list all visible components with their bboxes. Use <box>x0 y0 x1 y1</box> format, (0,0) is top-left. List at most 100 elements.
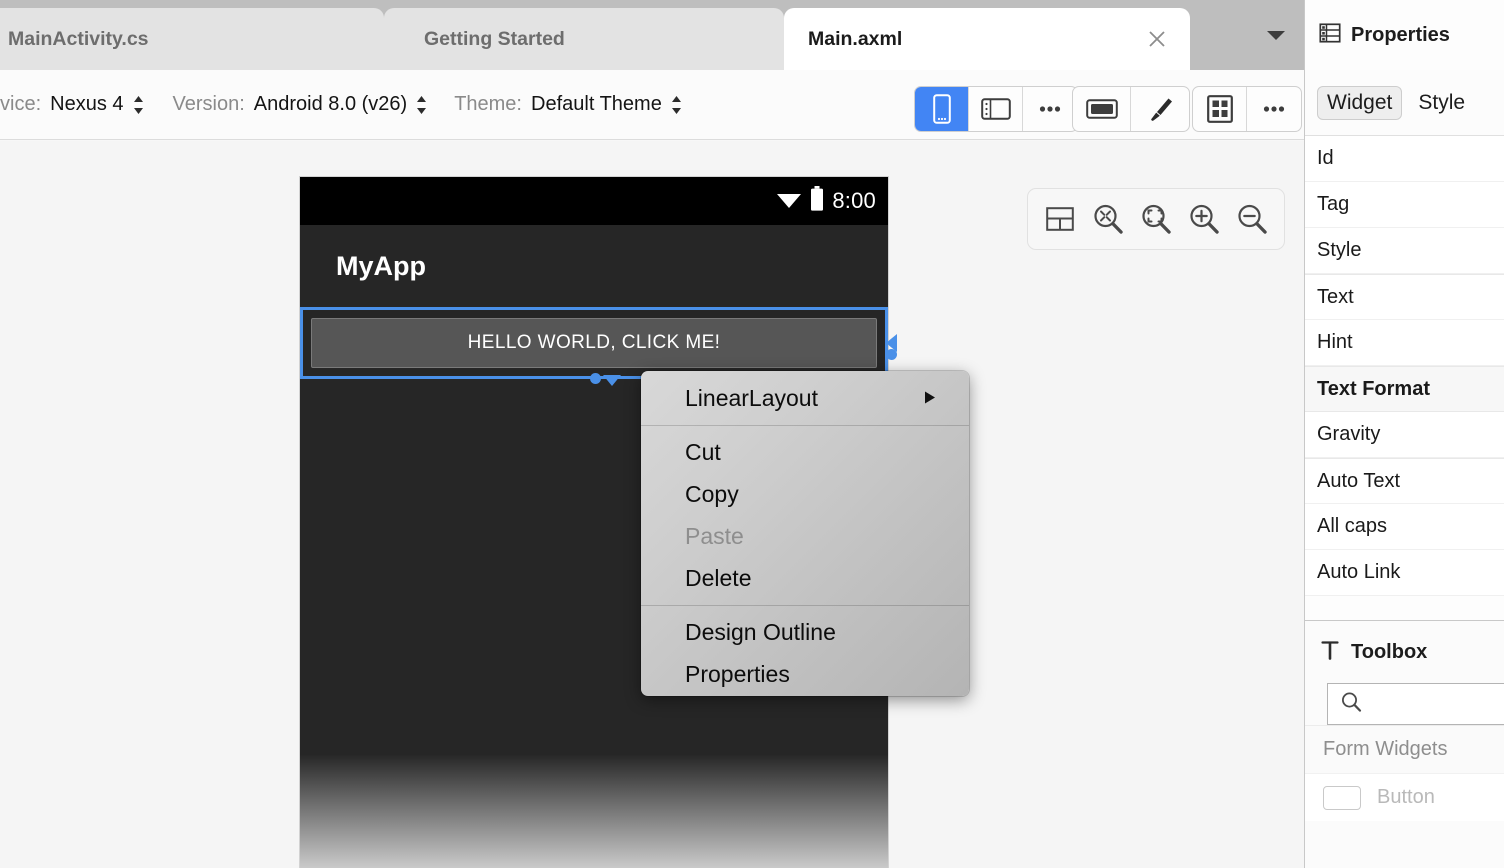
menu-item-copy[interactable]: Copy <box>641 473 969 515</box>
menu-item-paste: Paste <box>641 515 969 557</box>
canvas-fade-overlay <box>300 754 888 868</box>
property-row-auto-text[interactable]: Auto Text <box>1305 458 1504 504</box>
properties-tabs: Widget Style <box>1305 70 1504 136</box>
stepper-icon[interactable] <box>132 94 145 116</box>
button-label: HELLO WORLD, CLICK ME! <box>468 332 721 354</box>
version-label: Version: <box>173 93 245 116</box>
property-label: Auto Link <box>1317 561 1400 584</box>
properties-panel: Properties Widget Style Id Tag Style Tex… <box>1304 0 1504 868</box>
render-mode-group <box>1072 86 1190 132</box>
zoom-in-icon[interactable] <box>1186 201 1222 237</box>
property-label: Hint <box>1317 331 1353 354</box>
menu-item-label: Paste <box>685 523 744 550</box>
zoom-controls <box>1027 188 1285 250</box>
toolbox-group-form-widgets[interactable]: Form Widgets <box>1305 725 1504 773</box>
property-row-gravity[interactable]: Gravity <box>1305 412 1504 458</box>
property-row-id[interactable]: Id <box>1305 136 1504 182</box>
wifi-icon <box>776 189 802 214</box>
grid-mode-group <box>1192 86 1302 132</box>
menu-item-label: Copy <box>685 481 739 508</box>
toolbox-header: Toolbox <box>1305 621 1504 683</box>
property-row-hint[interactable]: Hint <box>1305 320 1504 366</box>
hammer-icon <box>1319 639 1341 666</box>
menu-item-design-outline[interactable]: Design Outline <box>641 611 969 653</box>
zoom-out-icon[interactable] <box>1234 201 1270 237</box>
device-status-bar: 8:00 <box>300 177 888 225</box>
editor-tab-bar: MainActivity.cs Getting Started Main.axm… <box>0 0 1304 70</box>
split-view-icon[interactable] <box>1042 201 1078 237</box>
version-value: Android 8.0 (v26) <box>254 93 407 116</box>
toolbox-title: Toolbox <box>1351 641 1427 664</box>
phone-icon[interactable] <box>915 87 969 131</box>
tab-widget[interactable]: Widget <box>1317 86 1402 120</box>
toolbox-panel: Toolbox Form Widgets Button <box>1305 620 1504 868</box>
brush-icon[interactable] <box>1131 87 1189 131</box>
property-row-all-caps[interactable]: All caps <box>1305 504 1504 550</box>
close-icon[interactable] <box>1146 28 1168 50</box>
toolbox-group-label: Form Widgets <box>1323 738 1447 761</box>
menu-item-cut[interactable]: Cut <box>641 431 969 473</box>
android-designer-window: MainActivity.cs Getting Started Main.axm… <box>0 0 1504 868</box>
tab-label: MainActivity.cs <box>0 28 149 51</box>
more-icon[interactable] <box>1247 87 1301 131</box>
context-menu: LinearLayout Cut Copy Paste Delete Desig… <box>641 371 969 696</box>
property-row-style[interactable]: Style <box>1305 228 1504 274</box>
resize-handle-bottom-triangle[interactable] <box>603 375 621 386</box>
device-label: vice: <box>0 93 41 116</box>
app-title: MyApp <box>336 251 426 282</box>
stepper-icon[interactable] <box>415 94 428 116</box>
search-icon <box>1340 691 1362 718</box>
menu-item-linearlayout[interactable]: LinearLayout <box>641 377 969 419</box>
status-time: 8:00 <box>832 188 876 214</box>
view-mode-group <box>914 86 1078 132</box>
property-row-tag[interactable]: Tag <box>1305 182 1504 228</box>
submenu-arrow-icon <box>923 385 937 412</box>
resize-handle-right-dot[interactable] <box>886 349 897 360</box>
device-value: Nexus 4 <box>50 93 123 116</box>
toolbox-item-button[interactable]: Button <box>1305 773 1504 821</box>
zoom-actual-icon[interactable] <box>1138 201 1174 237</box>
version-selector[interactable]: Version: Android 8.0 (v26) <box>173 93 429 116</box>
menu-item-label: Delete <box>685 565 751 592</box>
property-row-text[interactable]: Text <box>1305 274 1504 320</box>
menu-separator <box>641 605 969 606</box>
theme-label: Theme: <box>454 93 522 116</box>
selected-widget-outline[interactable]: HELLO WORLD, CLICK ME! <box>300 307 888 379</box>
property-label: Auto Text <box>1317 470 1400 493</box>
hello-world-button[interactable]: HELLO WORLD, CLICK ME! <box>311 318 877 368</box>
button-chip-icon <box>1323 786 1361 810</box>
battery-icon <box>810 186 824 217</box>
menu-item-label: Properties <box>685 661 790 688</box>
toolbox-search-field[interactable] <box>1327 683 1504 725</box>
menu-item-delete[interactable]: Delete <box>641 557 969 599</box>
device-selector[interactable]: vice: Nexus 4 <box>0 93 145 116</box>
tab-mainactivity-cs[interactable]: MainActivity.cs <box>0 8 384 70</box>
theme-value: Default Theme <box>531 93 662 116</box>
properties-panel-title: Properties <box>1351 24 1450 47</box>
tab-label: Main.axml <box>784 28 902 51</box>
properties-list-icon <box>1319 22 1341 49</box>
properties-panel-header: Properties <box>1305 0 1504 70</box>
design-canvas[interactable]: 8:00 MyApp HELLO WORLD, CLICK ME! <box>0 141 1304 868</box>
property-label: Tag <box>1317 193 1349 216</box>
landscape-icon[interactable] <box>969 87 1023 131</box>
chevron-down-icon[interactable] <box>1262 24 1290 46</box>
menu-separator <box>641 425 969 426</box>
more-icon[interactable] <box>1023 87 1077 131</box>
zoom-fit-icon[interactable] <box>1090 201 1126 237</box>
property-label: All caps <box>1317 515 1387 538</box>
tab-main-axml[interactable]: Main.axml <box>784 8 1190 70</box>
property-label: Text <box>1317 286 1354 309</box>
grid-icon[interactable] <box>1193 87 1247 131</box>
property-section-text-format: Text Format <box>1305 366 1504 412</box>
stepper-icon[interactable] <box>670 94 683 116</box>
theme-selector[interactable]: Theme: Default Theme <box>454 93 683 116</box>
property-row-auto-link[interactable]: Auto Link <box>1305 550 1504 596</box>
menu-item-properties[interactable]: Properties <box>641 653 969 695</box>
tab-style[interactable]: Style <box>1408 86 1475 120</box>
resize-handle-bottom-dot[interactable] <box>590 373 601 384</box>
fullscreen-icon[interactable] <box>1073 87 1131 131</box>
toolbox-item-label: Button <box>1377 786 1435 809</box>
device-app-bar: MyApp <box>300 225 888 307</box>
tab-getting-started[interactable]: Getting Started <box>384 8 784 70</box>
